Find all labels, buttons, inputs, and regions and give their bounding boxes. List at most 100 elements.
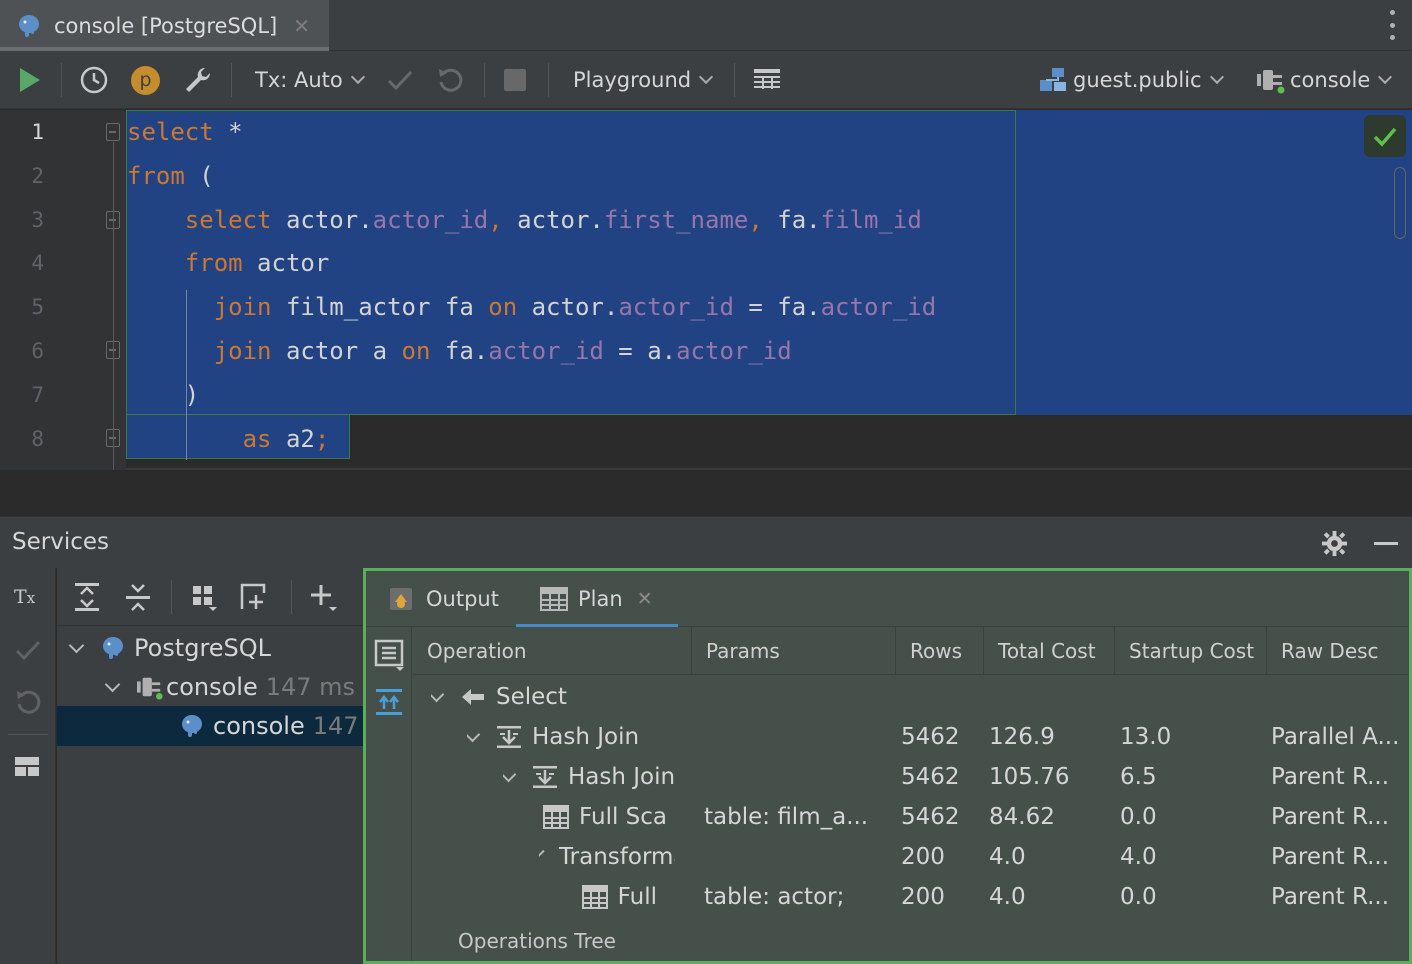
- code-token: on: [401, 337, 431, 365]
- chevron-down-icon[interactable]: [431, 686, 445, 702]
- code-token: from: [184, 249, 243, 278]
- hash-join-icon: [497, 726, 521, 748]
- plan-cell-params: table: actor;: [704, 884, 845, 910]
- plan-cell-rows: [901, 677, 981, 717]
- tx-mode-dropdown[interactable]: Tx: Auto: [255, 51, 365, 109]
- tree-node-console-session[interactable]: console 147 ms: [57, 667, 363, 707]
- column-header-startup-cost[interactable]: Startup Cost: [1115, 627, 1267, 675]
- plan-cell-raw: Parallel A...: [1271, 724, 1400, 750]
- chevron-down-icon: [350, 69, 365, 85]
- column-header-rows[interactable]: Rows: [896, 627, 984, 675]
- column-header-raw-desc[interactable]: Raw Desc: [1267, 627, 1409, 675]
- table-view-icon: [754, 69, 780, 89]
- chevron-down-icon[interactable]: [503, 766, 517, 782]
- services-tree-toolbar: [57, 568, 363, 626]
- plan-operation-label: Full: [617, 884, 657, 910]
- add-icon[interactable]: [309, 583, 339, 613]
- plan-cell-params: [704, 757, 894, 797]
- code-token: actor_id: [372, 205, 489, 234]
- chevron-down-icon[interactable]: [539, 849, 545, 859]
- column-header-total-cost[interactable]: Total Cost: [984, 627, 1115, 675]
- commit-icon[interactable]: [14, 638, 42, 662]
- code-token: *: [213, 118, 243, 146]
- code-token: actor a: [271, 337, 402, 365]
- plan-cell-params: [704, 717, 894, 757]
- more-icon[interactable]: [1388, 10, 1396, 40]
- column-header-params[interactable]: Params: [692, 627, 896, 675]
- tab-console-postgresql[interactable]: console [PostgreSQL] ✕: [0, 0, 329, 51]
- close-icon[interactable]: ✕: [637, 588, 653, 610]
- tab-title: console [PostgreSQL]: [54, 13, 278, 38]
- plan-cell-total: 126.9: [989, 724, 1055, 750]
- code-token: fa.: [430, 337, 489, 365]
- tree-node-postgresql[interactable]: PostgreSQL: [57, 628, 363, 668]
- plan-row[interactable]: Full table: actor; 200 4.0 0.0 Parent R...: [413, 877, 1409, 917]
- minimize-icon[interactable]: [1374, 542, 1398, 545]
- sql-editor[interactable]: 12345678 select * from ( select actor.act…: [0, 110, 1412, 470]
- plan-row[interactable]: Hash Join 5462 105.76 6.5 Parent R...: [413, 757, 1409, 797]
- rollback-icon[interactable]: [14, 688, 42, 716]
- run-button[interactable]: [18, 51, 42, 109]
- table-icon: [581, 885, 608, 909]
- plan-row[interactable]: Full Sca table: film_a... 5462 84.62 0.0 Pare…: [413, 797, 1409, 837]
- plan-operation-label: Full Sca: [579, 804, 667, 830]
- new-group-icon[interactable]: [239, 581, 271, 611]
- plan-operation-label: Hash Join: [532, 724, 640, 750]
- code-token: first_name: [603, 205, 749, 234]
- code-token: join: [213, 293, 272, 322]
- plan-operation-label: Hash Join: [568, 764, 676, 790]
- plan-grid-header: Operation Params Rows Total Cost Startup…: [413, 627, 1409, 675]
- collapse-all-icon[interactable]: [124, 582, 152, 612]
- code-line: from (: [127, 162, 214, 190]
- postgresql-icon: [19, 14, 39, 37]
- plan-cell-params: [704, 677, 894, 717]
- code-token: select: [127, 118, 214, 146]
- plan-cell-rows: 5462: [901, 724, 960, 750]
- plan-cell-rows: 200: [901, 844, 945, 870]
- tree-node-label: console: [213, 712, 305, 740]
- plan-cell-rows: 5462: [901, 764, 960, 790]
- tx-button[interactable]: Tx: [14, 586, 35, 608]
- inspection-status[interactable]: [1364, 115, 1406, 157]
- rollback-button[interactable]: [436, 51, 464, 109]
- plan-cell-raw: [1271, 677, 1406, 717]
- tree-node-console-query[interactable]: console 147: [57, 706, 363, 746]
- fold-marker[interactable]: [106, 123, 120, 141]
- chevron-down-icon[interactable]: [467, 726, 481, 742]
- show-diagram-icon[interactable]: [374, 639, 406, 673]
- services-tool-column: Tx: [0, 568, 56, 964]
- session-dropdown[interactable]: console: [1256, 51, 1393, 109]
- tab-plan[interactable]: Plan ✕: [516, 571, 678, 627]
- schema-dropdown[interactable]: guest.public: [1038, 51, 1224, 109]
- code-token: actor.: [271, 205, 373, 234]
- group-icon[interactable]: [191, 583, 219, 611]
- plan-row[interactable]: Select: [413, 677, 1409, 717]
- playground-dropdown[interactable]: Playground: [573, 51, 714, 109]
- expand-tree-icon[interactable]: [374, 687, 404, 717]
- commit-button[interactable]: [386, 51, 414, 109]
- editor-toolbar: p Tx: Auto Playground guest.public conso…: [0, 51, 1412, 109]
- stop-button[interactable]: [504, 51, 526, 109]
- expand-all-icon[interactable]: [73, 582, 101, 612]
- operations-tree-caption: Operations Tree: [458, 929, 616, 953]
- code-line: ): [127, 381, 199, 409]
- output-icon: [390, 588, 412, 610]
- chevron-down-icon: [699, 69, 714, 85]
- code-token: join: [213, 337, 272, 365]
- plan-row[interactable]: Transforma 200 4.0 4.0 Parent R...: [413, 837, 1409, 877]
- settings-button[interactable]: [183, 51, 213, 109]
- gear-icon[interactable]: [1321, 530, 1348, 557]
- plan-row[interactable]: Hash Join 5462 126.9 13.0 Parallel A...: [413, 717, 1409, 757]
- close-icon[interactable]: ✕: [293, 14, 310, 38]
- column-header-operation[interactable]: Operation: [413, 627, 692, 675]
- layout-icon[interactable]: [14, 754, 40, 778]
- session-icon: [1257, 70, 1285, 94]
- table-view-button[interactable]: [753, 51, 781, 109]
- code-token: a2: [271, 424, 315, 453]
- tab-output[interactable]: Output: [388, 571, 508, 627]
- editor-scrollbar[interactable]: [1394, 167, 1406, 239]
- p-badge-button[interactable]: p: [131, 51, 160, 109]
- history-button[interactable]: [79, 51, 109, 109]
